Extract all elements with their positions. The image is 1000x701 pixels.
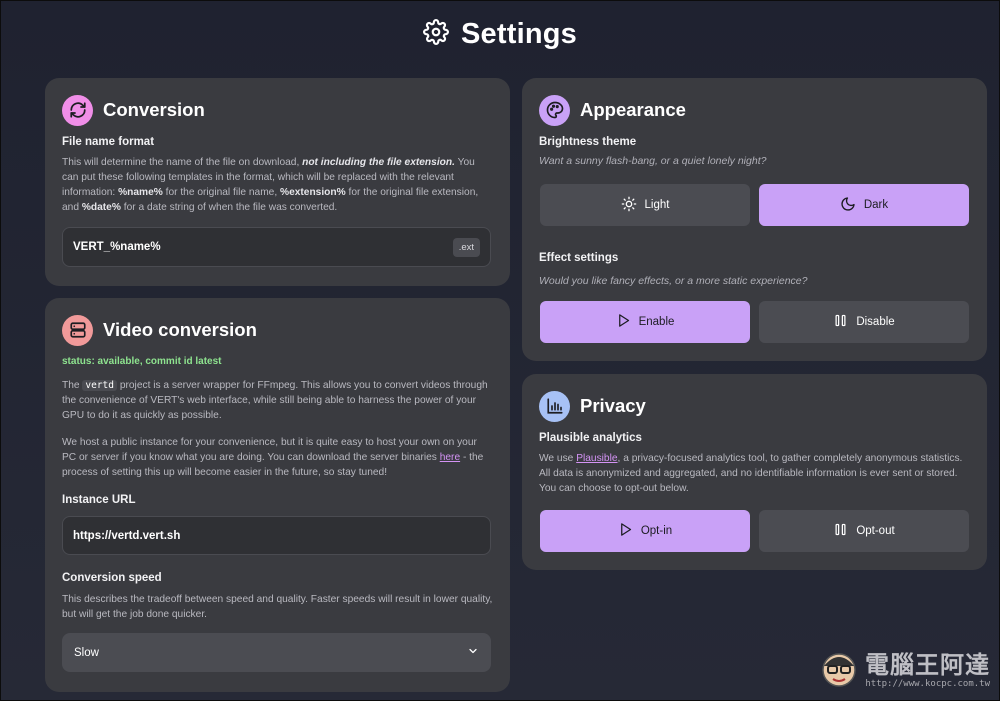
disable-effects-button[interactable]: Disable bbox=[759, 301, 969, 343]
light-theme-label: Light bbox=[644, 199, 670, 211]
refresh-icon bbox=[62, 94, 93, 126]
plausible-analytics-label: Plausible analytics bbox=[539, 432, 642, 444]
opt-in-button[interactable]: Opt-in bbox=[540, 510, 750, 552]
watermark: 電腦王阿達 http://www.kocpc.com.tw bbox=[817, 646, 990, 695]
vertd-code: vertd bbox=[82, 380, 117, 391]
conversion-speed-description: This describes the tradeoff between spee… bbox=[62, 594, 493, 620]
disable-effects-label: Disable bbox=[856, 316, 895, 328]
file-name-format-description: This will determine the name of the file… bbox=[62, 157, 479, 213]
status-text: status: available, commit id latest bbox=[62, 356, 222, 367]
dark-theme-button[interactable]: Dark bbox=[759, 184, 969, 226]
watermark-text: 電腦王阿達 bbox=[865, 651, 990, 679]
instance-url-value: https://vertd.vert.sh bbox=[73, 529, 181, 542]
watermark-url: http://www.kocpc.com.tw bbox=[865, 678, 990, 689]
chevron-down-icon bbox=[467, 645, 479, 660]
appearance-title: Appearance bbox=[580, 99, 686, 120]
vertd-description: The vertd project is a server wrapper fo… bbox=[62, 380, 488, 421]
privacy-card: Privacy Plausible analytics We use Plaus… bbox=[522, 374, 987, 570]
brightness-theme-description: Want a sunny flash-bang, or a quiet lone… bbox=[539, 155, 767, 167]
play-icon bbox=[618, 522, 633, 540]
light-theme-button[interactable]: Light bbox=[540, 184, 750, 226]
conversion-speed-value: Slow bbox=[74, 646, 99, 659]
mascot-logo-icon bbox=[817, 646, 861, 695]
page-title: Settings bbox=[461, 17, 577, 50]
conversion-card: Conversion File name format This will de… bbox=[45, 78, 510, 286]
pause-icon bbox=[833, 313, 848, 331]
server-icon bbox=[62, 314, 93, 346]
instance-url-input[interactable]: https://vertd.vert.sh bbox=[62, 516, 491, 555]
palette-icon bbox=[539, 94, 570, 126]
conversion-speed-select[interactable]: Slow bbox=[62, 633, 491, 672]
brightness-theme-label: Brightness theme bbox=[539, 136, 637, 148]
instance-url-label: Instance URL bbox=[62, 494, 136, 506]
pause-icon bbox=[833, 522, 848, 540]
page-header: Settings bbox=[0, 14, 1000, 54]
sun-icon bbox=[621, 196, 637, 215]
video-conversion-title: Video conversion bbox=[103, 319, 257, 340]
dark-theme-label: Dark bbox=[863, 199, 889, 211]
moon-icon bbox=[840, 196, 856, 215]
enable-effects-label: Enable bbox=[638, 316, 675, 328]
file-name-format-value: VERT_%name% bbox=[73, 241, 161, 253]
opt-out-button[interactable]: Opt-out bbox=[759, 510, 969, 552]
play-icon bbox=[616, 313, 631, 331]
file-name-format-label: File name format bbox=[62, 136, 155, 148]
privacy-description: We use Plausible, a privacy-focused anal… bbox=[539, 453, 963, 494]
enable-effects-button[interactable]: Enable bbox=[540, 301, 750, 343]
appearance-card: Appearance Brightness theme Want a sunny… bbox=[522, 78, 987, 361]
conversion-speed-label: Conversion speed bbox=[62, 572, 162, 584]
opt-out-label: Opt-out bbox=[856, 525, 895, 537]
plausible-link[interactable]: Plausible bbox=[576, 453, 617, 464]
self-host-description: We host a public instance for your conve… bbox=[62, 437, 484, 478]
file-name-format-input[interactable]: VERT_%name% .ext bbox=[62, 227, 491, 267]
server-binaries-link[interactable]: here bbox=[440, 452, 460, 463]
gear-icon bbox=[423, 18, 449, 50]
opt-in-label: Opt-in bbox=[640, 525, 673, 537]
privacy-title: Privacy bbox=[580, 395, 646, 416]
bar-chart-icon bbox=[539, 390, 570, 422]
effect-settings-label: Effect settings bbox=[539, 252, 619, 264]
video-conversion-card: Video conversion status: available, comm… bbox=[45, 298, 510, 692]
extension-badge: .ext bbox=[452, 237, 480, 257]
effect-settings-description: Would you like fancy effects, or a more … bbox=[539, 275, 808, 287]
conversion-title: Conversion bbox=[103, 99, 205, 120]
